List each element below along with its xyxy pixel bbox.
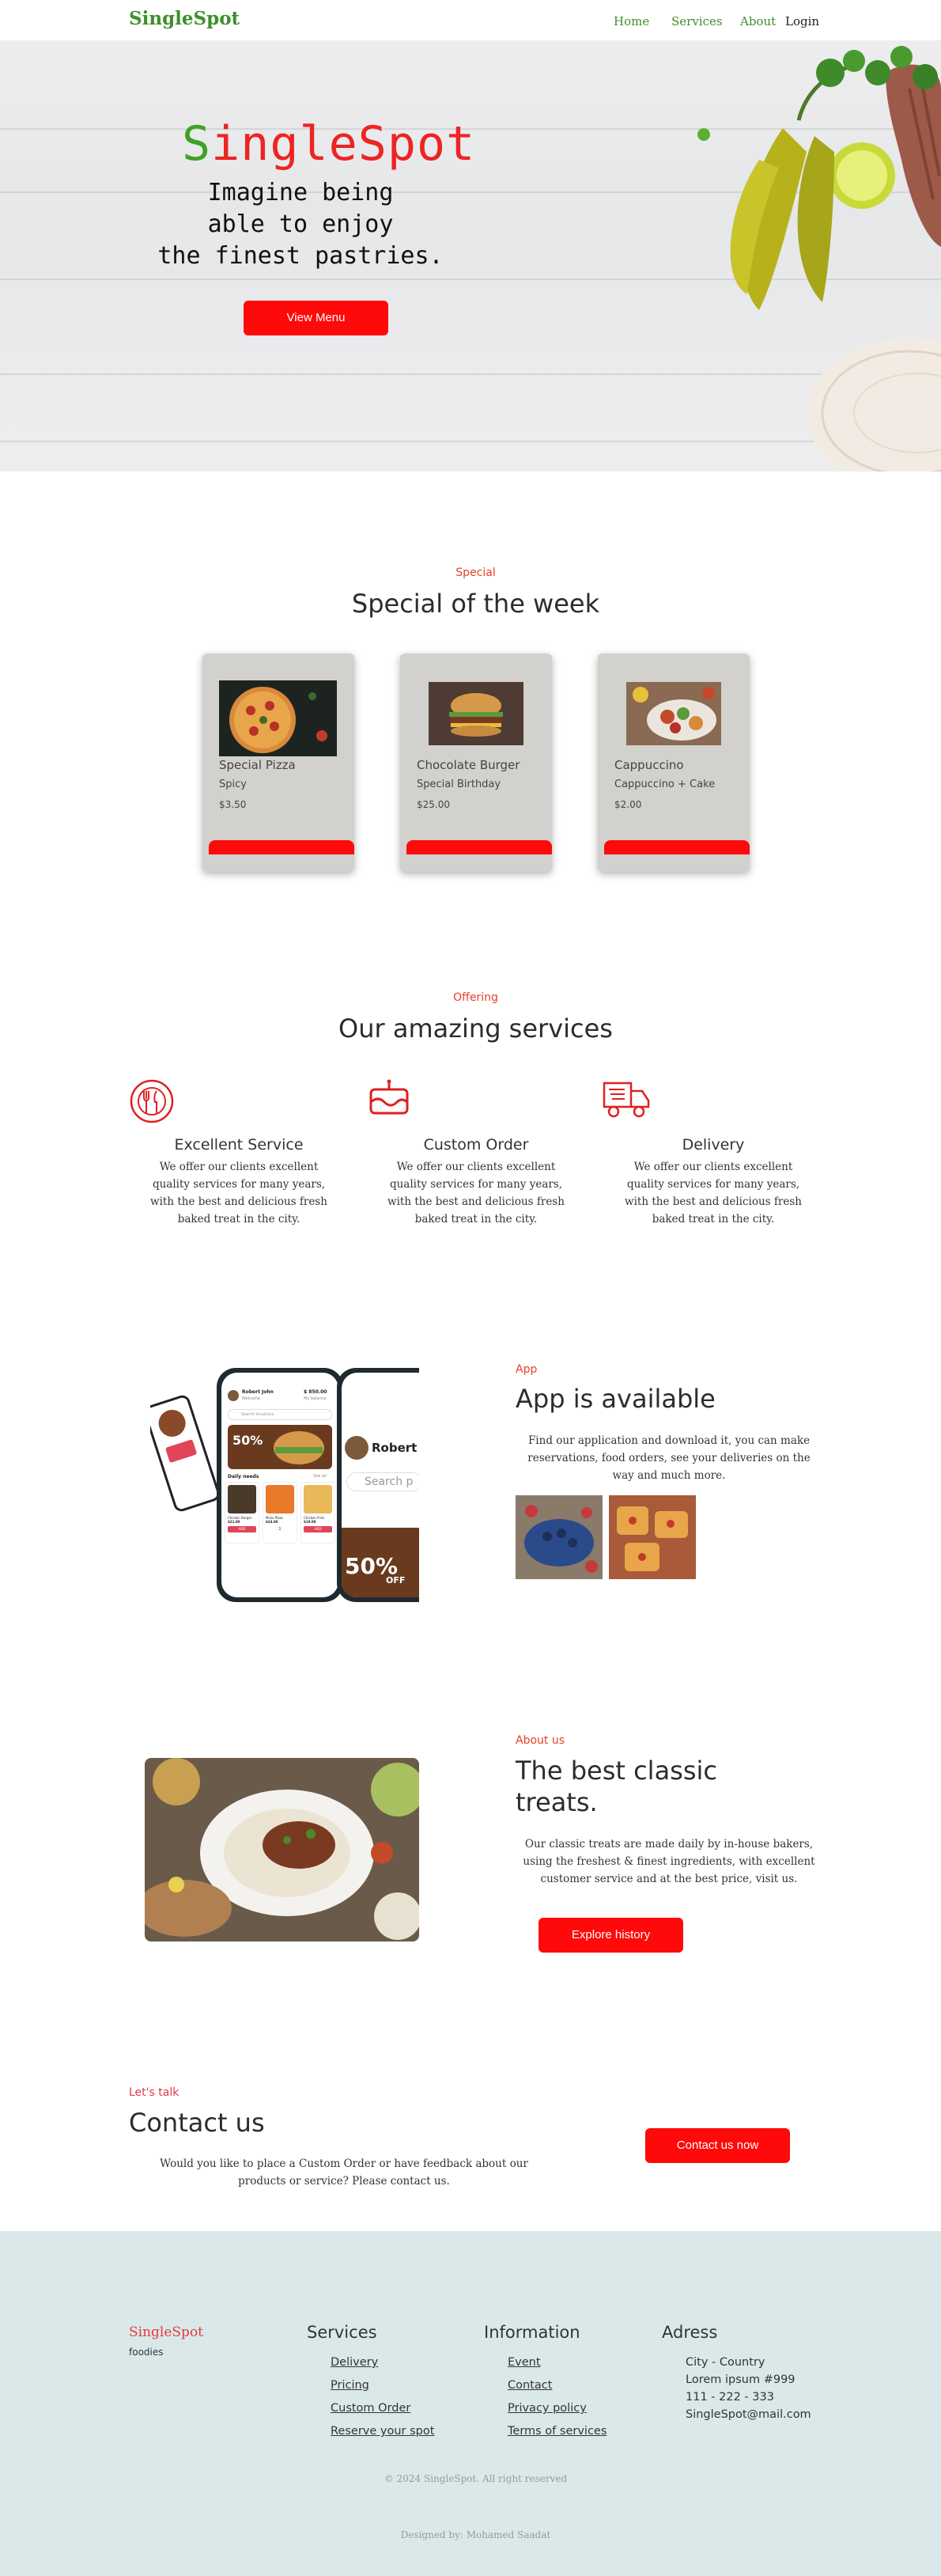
about-eyebrow: About us	[516, 1734, 565, 1747]
footer-information-title: Information	[484, 2323, 580, 2342]
cake-icon	[369, 1079, 409, 1115]
app-see-all: See all	[313, 1474, 327, 1479]
view-menu-button[interactable]: View Menu	[244, 301, 388, 335]
hero-vegetables-image	[697, 46, 941, 472]
footer-link-contact[interactable]: Contact	[508, 2379, 552, 2392]
service-title-custom: Custom Order	[423, 1136, 529, 1154]
card-name: Chocolate Burger	[417, 758, 520, 772]
app-search-input: Search locations	[228, 1409, 332, 1420]
footer-address-street: Lorem ipsum #999	[686, 2373, 796, 2386]
card-name: Special Pizza	[219, 758, 296, 772]
contact-eyebrow: Let's talk	[129, 2086, 180, 2099]
card-price: $2.00	[614, 799, 642, 810]
footer-link-delivery[interactable]: Delivery	[331, 2356, 378, 2369]
footer: SingleSpot foodies Services Delivery Pri…	[0, 2231, 941, 2576]
services-eyebrow: Offering	[453, 991, 498, 1004]
contact-us-button[interactable]: Contact us now	[645, 2128, 790, 2163]
app-title: App is available	[516, 1384, 716, 1414]
nav-services[interactable]: Services	[671, 14, 723, 28]
hero-title: SingleSpot	[182, 116, 476, 172]
delivery-truck-icon	[603, 1082, 650, 1118]
app-balance: $ 850.00	[304, 1389, 327, 1395]
utensils-icon	[130, 1079, 174, 1123]
app-side-name: Robert	[372, 1441, 418, 1455]
footer-copyright: © 2024 SingleSpot. All right reserved	[384, 2473, 568, 2484]
footer-link-privacy[interactable]: Privacy policy	[508, 2402, 587, 2415]
burger-image	[429, 682, 523, 745]
card-price: $25.00	[417, 799, 450, 810]
nav-home[interactable]: Home	[614, 14, 649, 28]
app-eyebrow: App	[516, 1363, 538, 1376]
pastries-image	[609, 1495, 696, 1579]
footer-address-title: Adress	[662, 2323, 718, 2342]
special-eyebrow: Special	[455, 566, 496, 579]
app-promo: 50%	[232, 1433, 263, 1448]
card-order-bar[interactable]	[604, 840, 750, 854]
service-title-excellent: Excellent Service	[174, 1136, 304, 1154]
card-price: $3.50	[219, 799, 247, 810]
footer-address-phone: 111 - 222 - 333	[686, 2391, 774, 2404]
app-balance-label: My balance	[304, 1396, 327, 1401]
services-title: Our amazing services	[338, 1013, 613, 1044]
footer-link-reserve[interactable]: Reserve your spot	[331, 2425, 434, 2438]
service-text-excellent: We offer our clients excellent quality s…	[150, 1161, 327, 1225]
card-subtitle: Cappuccino + Cake	[614, 778, 716, 790]
card-order-bar[interactable]	[209, 840, 354, 854]
footer-link-custom-order[interactable]: Custom Order	[331, 2402, 410, 2415]
footer-link-event[interactable]: Event	[508, 2356, 541, 2369]
explore-history-button[interactable]: Explore history	[539, 1918, 683, 1953]
app-user-name: Robert John	[242, 1389, 274, 1395]
footer-designer: Designed by: Mohamed Saadat	[400, 2529, 551, 2540]
app-daily-label: Daily needs	[228, 1474, 259, 1479]
card-name: Cappuccino	[614, 758, 684, 772]
app-side-search: Search p	[346, 1472, 419, 1491]
hero-section: SingleSpot Imagine being able to enjoy t…	[0, 41, 941, 472]
footer-tagline: foodies	[129, 2347, 164, 2358]
footer-brand[interactable]: SingleSpot	[129, 2324, 203, 2340]
pizza-image	[219, 680, 337, 756]
nav-about[interactable]: About	[740, 14, 776, 28]
service-title-delivery: Delivery	[682, 1136, 745, 1154]
footer-address-email: SingleSpot@mail.com	[686, 2408, 811, 2421]
app-side-off: OFF	[386, 1575, 406, 1585]
berries-image	[516, 1495, 603, 1579]
about-food-image	[145, 1758, 419, 1941]
nav-login[interactable]: Login	[785, 14, 819, 28]
contact-title: Contact us	[129, 2108, 265, 2138]
special-title: Special of the week	[351, 589, 600, 619]
special-card-pizza[interactable]: Special Pizza Spicy $3.50	[202, 653, 354, 872]
footer-link-pricing[interactable]: Pricing	[331, 2379, 369, 2392]
card-order-bar[interactable]	[406, 840, 552, 854]
service-text-custom: We offer our clients excellent quality s…	[387, 1161, 565, 1225]
service-text-delivery: We offer our clients excellent quality s…	[625, 1161, 802, 1225]
card-subtitle: Spicy	[219, 778, 247, 790]
hero-tagline: Imagine being able to enjoy the finest p…	[157, 179, 444, 270]
navbar: SingleSpot Home Services About Login	[0, 0, 941, 41]
special-card-burger[interactable]: Chocolate Burger Special Birthday $25.00	[400, 653, 552, 872]
app-greeting: Welcome	[242, 1396, 260, 1401]
app-description: Find our application and download it, yo…	[527, 1434, 811, 1482]
footer-link-terms[interactable]: Terms of services	[508, 2425, 607, 2438]
footer-services-title: Services	[307, 2323, 377, 2342]
card-subtitle: Special Birthday	[417, 778, 501, 790]
app-phone-mockup: Robert John Welcome $ 850.00 My balance …	[150, 1366, 419, 1604]
about-description: Our classic treats are made daily by in-…	[523, 1838, 815, 1885]
footer-address-city: City - Country	[686, 2356, 765, 2369]
brand-logo[interactable]: SingleSpot	[129, 8, 240, 29]
special-card-cappuccino[interactable]: Cappuccino Cappuccino + Cake $2.00	[598, 653, 750, 872]
cappuccino-image	[626, 682, 721, 745]
contact-description: Would you like to place a Custom Order o…	[160, 2157, 528, 2188]
about-title: The best classic treats.	[516, 1756, 717, 1817]
